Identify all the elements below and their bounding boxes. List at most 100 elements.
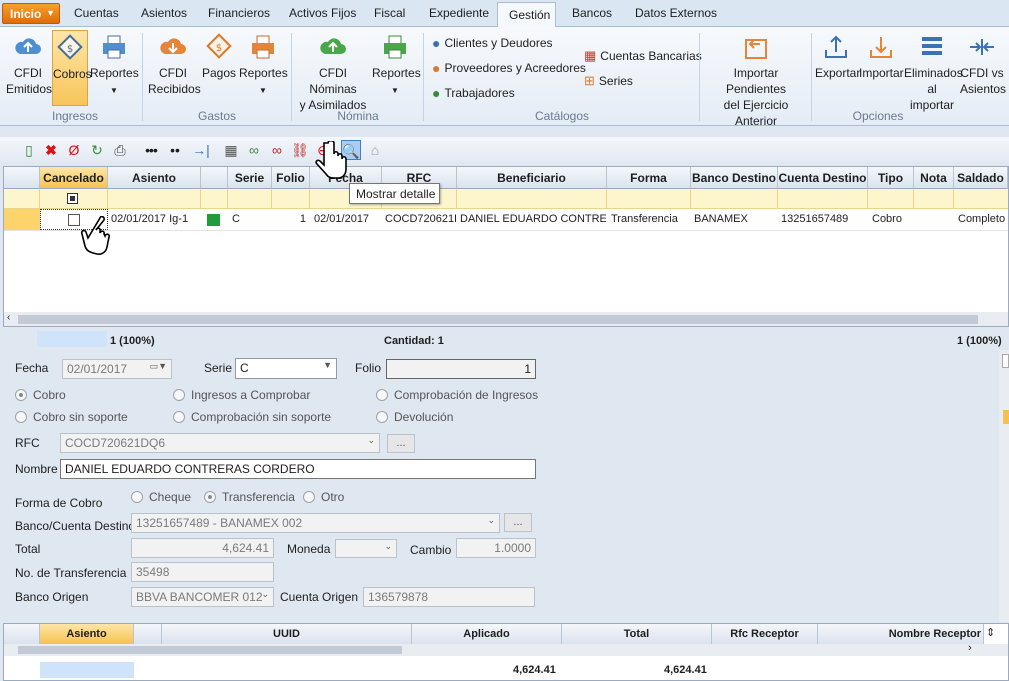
serie-select[interactable]: C ▼ — [235, 358, 337, 379]
col-beneficiario[interactable]: Beneficiario — [457, 167, 607, 189]
bcol-blank[interactable] — [134, 624, 162, 644]
eliminados-importar-button[interactable]: Eliminados al importar — [904, 32, 963, 113]
scroll-up-button[interactable] — [1002, 354, 1009, 368]
col-forma[interactable]: Forma — [607, 167, 691, 189]
tab-bancos[interactable]: Bancos — [572, 6, 612, 24]
radio-transferencia[interactable] — [204, 491, 216, 503]
folio-field[interactable]: 1 — [386, 359, 536, 379]
rfc-select[interactable]: COCD720621DQ6 ⌄ — [60, 433, 380, 453]
banco-browse-button[interactable]: ... — [504, 513, 532, 532]
delete-icon[interactable]: ✖ — [41, 140, 61, 160]
tab-asientos[interactable]: Asientos — [141, 6, 187, 24]
table-row[interactable]: 02/01/2017 Ig-1 C 1 02/01/2017 COCD72062… — [4, 209, 1008, 231]
radio-comprobacion-ingresos[interactable] — [376, 389, 388, 401]
col-cuenta-destino[interactable]: Cuenta Destino — [778, 167, 868, 189]
banco-destino-select[interactable]: 13251657489 - BANAMEX 002 ⌄ — [131, 513, 500, 533]
radio-comprobacion-sin-soporte[interactable] — [173, 411, 185, 423]
filter-asiento[interactable] — [108, 189, 201, 209]
radio-cobro[interactable] — [15, 389, 27, 401]
tab-datos-externos[interactable]: Datos Externos — [635, 6, 717, 24]
cfdi-vs-asientos-button[interactable]: CFDI vs Asientos — [960, 32, 1006, 97]
moneda-select[interactable]: ⌄ — [335, 539, 397, 558]
new-document-icon[interactable]: ▯ — [19, 140, 39, 160]
transferencia-field[interactable]: 35498 — [131, 562, 274, 582]
bcol-aplicado[interactable]: Aplicado — [412, 624, 562, 644]
filter-beneficiario[interactable] — [457, 189, 607, 209]
bcol-rfc-receptor[interactable]: Rfc Receptor — [712, 624, 818, 644]
split-icon[interactable]: →|← — [191, 140, 211, 178]
reportes-ingresos-button[interactable]: Reportes ▼ — [90, 32, 139, 99]
chevron-updown-icon[interactable]: ⇕ — [986, 626, 995, 639]
filter-checkbox[interactable] — [67, 193, 78, 204]
col-folio[interactable]: Folio — [272, 167, 310, 189]
fecha-field[interactable]: 02/01/2017 ▭▼ — [62, 359, 172, 379]
col-tipo[interactable]: Tipo — [868, 167, 914, 189]
radio-otro[interactable] — [303, 491, 315, 503]
filter-cancelado[interactable] — [40, 189, 108, 209]
tab-activos-fijos[interactable]: Activos Fijos — [289, 6, 356, 24]
cambio-field[interactable]: 1.0000 — [456, 538, 536, 558]
radio-devolucion[interactable] — [376, 411, 388, 423]
filter-status[interactable] — [201, 189, 228, 209]
cuenta-origen-field[interactable]: 136579878 — [363, 587, 535, 607]
bcol-asiento[interactable]: Asiento — [40, 624, 134, 644]
col-nota[interactable]: Nota — [914, 167, 954, 189]
chevron-right-icon[interactable]: › — [968, 642, 972, 654]
rfc-browse-button[interactable]: ... — [387, 434, 415, 453]
col-asiento[interactable]: Asiento — [108, 167, 201, 189]
exportar-button[interactable]: Exportar — [815, 32, 860, 81]
reportes-nomina-button[interactable]: Reportes ▼ — [372, 32, 421, 99]
tab-inicio[interactable]: Inicio ▼ — [2, 3, 60, 24]
pagos-button[interactable]: $ Pagos — [201, 32, 237, 81]
filter-folio[interactable] — [272, 189, 310, 209]
cfdi-recibidos-button[interactable]: CFDI Recibidos — [148, 32, 201, 97]
filter-tipo[interactable] — [868, 189, 914, 209]
bcol-total[interactable]: Total — [562, 624, 712, 644]
nombre-field[interactable]: DANIEL EDUARDO CONTRERAS CORDERO — [60, 459, 536, 479]
tab-cuentas[interactable]: Cuentas — [74, 6, 119, 24]
col-serie[interactable]: Serie — [228, 167, 272, 189]
scroll-thumb[interactable] — [18, 646, 402, 654]
bcol-nombre-receptor[interactable]: Nombre Receptor — [818, 624, 984, 644]
cfdi-nominas-button[interactable]: CFDI Nóminas y Asimilados — [296, 32, 370, 113]
tab-fiscal[interactable]: Fiscal — [374, 6, 405, 24]
importar-pendientes-button[interactable]: Importar Pendientes del Ejercicio Anteri… — [704, 32, 808, 129]
reportes-gastos-button[interactable]: Reportes ▼ — [239, 32, 288, 99]
calendar-dropdown-icon[interactable]: ▭▼ — [150, 361, 167, 372]
importar-button[interactable]: Importar — [859, 32, 904, 81]
cancel-icon[interactable]: Ø — [64, 140, 84, 160]
chevron-left-icon[interactable]: ‹ — [7, 312, 10, 323]
unlink-icon[interactable]: ⛓ — [290, 140, 310, 160]
expand-all-icon[interactable]: ••• — [138, 140, 164, 160]
filter-serie[interactable] — [228, 189, 272, 209]
link-add-icon[interactable]: ∞ — [244, 140, 264, 160]
cobros-button[interactable]: $ Cobros — [52, 30, 92, 106]
col-saldado[interactable]: Saldado — [954, 167, 1008, 189]
tab-gestion[interactable]: Gestión — [497, 2, 556, 28]
print-icon[interactable]: ⎙ — [110, 140, 130, 160]
cfdi-emitidos-button[interactable]: CFDI Emitidos — [6, 32, 52, 97]
refresh-icon[interactable]: ↻ — [87, 140, 107, 160]
proveedores-acreedores-button[interactable]: ● Proveedores y Acreedores — [432, 60, 586, 76]
cuentas-bancarias-button[interactable]: ▦ Cuentas Bancarias — [584, 48, 702, 64]
col-banco-destino[interactable]: Banco Destino — [691, 167, 778, 189]
col-cancelado[interactable]: Cancelado — [40, 167, 108, 189]
filter-cuenta[interactable] — [778, 189, 868, 209]
scroll-thumb[interactable] — [18, 315, 978, 324]
vertical-scrollbar[interactable] — [999, 350, 1009, 622]
total-field[interactable]: 4,624.41 — [131, 538, 274, 558]
filter-forma[interactable] — [607, 189, 691, 209]
filter-banco[interactable] — [691, 189, 778, 209]
horizontal-scrollbar[interactable]: ‹ — [4, 312, 1008, 326]
tab-expediente[interactable]: Expediente — [429, 6, 489, 24]
tag-icon[interactable]: ⌂ — [365, 140, 385, 160]
filter-nota[interactable] — [914, 189, 954, 209]
bcol-uuid[interactable]: UUID — [162, 624, 412, 644]
bgrid-hscrollbar[interactable]: › — [4, 642, 1008, 656]
col-status[interactable] — [201, 167, 228, 189]
calculator-icon[interactable]: ▦ — [221, 140, 241, 160]
link-remove-icon[interactable]: ∞ — [267, 140, 287, 160]
radio-ingresos-comprobar[interactable] — [173, 389, 185, 401]
banco-origen-select[interactable]: BBVA BANCOMER 012 ⌄ — [131, 587, 274, 607]
trabajadores-button[interactable]: ● Trabajadores — [432, 85, 515, 101]
